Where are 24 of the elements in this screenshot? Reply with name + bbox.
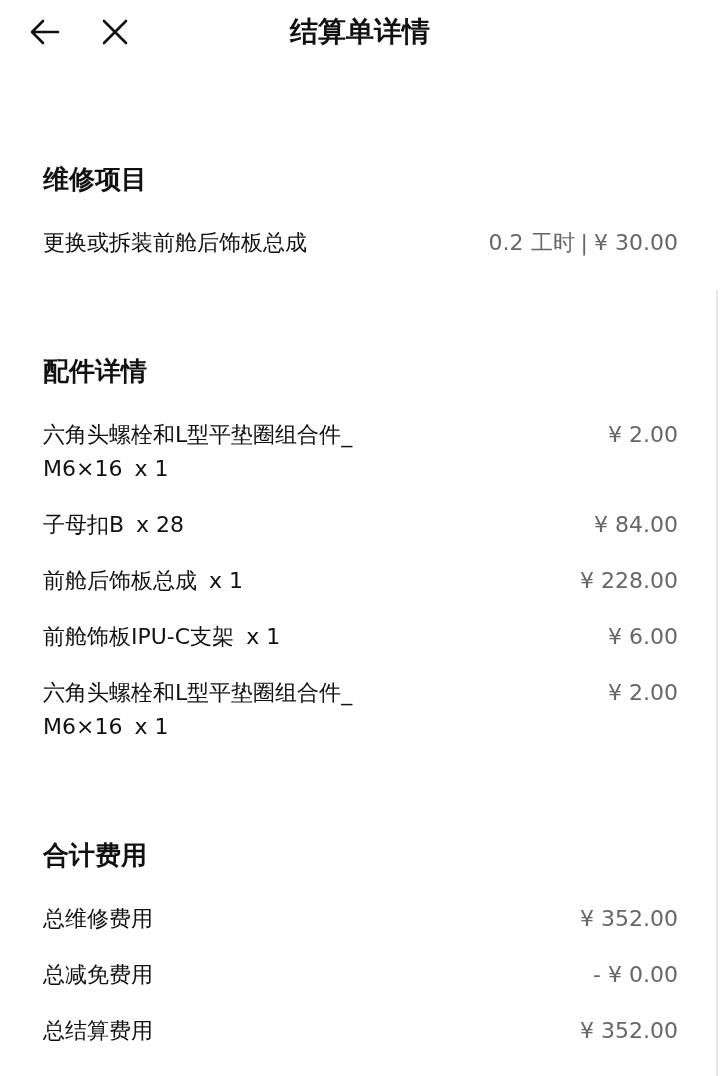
total-label: 总减免费用: [43, 961, 153, 989]
part-name: 前舱后饰板总成 x 1: [43, 567, 244, 595]
total-amount: ¥ 352.00: [580, 1017, 678, 1045]
section-title: 配件详情: [43, 355, 147, 388]
page-title: 结算单详情: [290, 15, 430, 48]
labor-hours: 0.2 工时: [488, 229, 575, 257]
part-price: ¥ 6.00: [608, 623, 678, 651]
section-title: 合计费用: [43, 839, 147, 872]
part-name: 六角头螺栓和L型平垫圈组合件_M6×16 x 1: [43, 421, 354, 483]
separator: |: [580, 229, 588, 258]
repair-item-name: 更换或拆装前舱后饰板总成: [43, 229, 307, 257]
total-amount: - ¥ 0.00: [593, 961, 678, 989]
part-name: 六角头螺栓和L型平垫圈组合件_M6×16 x 1: [43, 679, 354, 741]
total-amount: ¥ 352.00: [580, 905, 678, 933]
part-name: 前舱饰板IPU-C支架 x 1: [43, 623, 282, 651]
part-price: ¥ 2.00: [608, 679, 678, 707]
part-price: ¥ 2.00: [608, 421, 678, 449]
total-label: 总结算费用: [43, 1017, 153, 1045]
part-name: 子母扣B x 28: [43, 511, 186, 539]
section-title: 维修项目: [43, 163, 147, 196]
part-price: ¥ 228.00: [580, 567, 678, 595]
part-price: ¥ 84.00: [594, 511, 678, 539]
labor-price: ¥ 30.00: [594, 229, 678, 257]
total-label: 总维修费用: [43, 905, 153, 933]
